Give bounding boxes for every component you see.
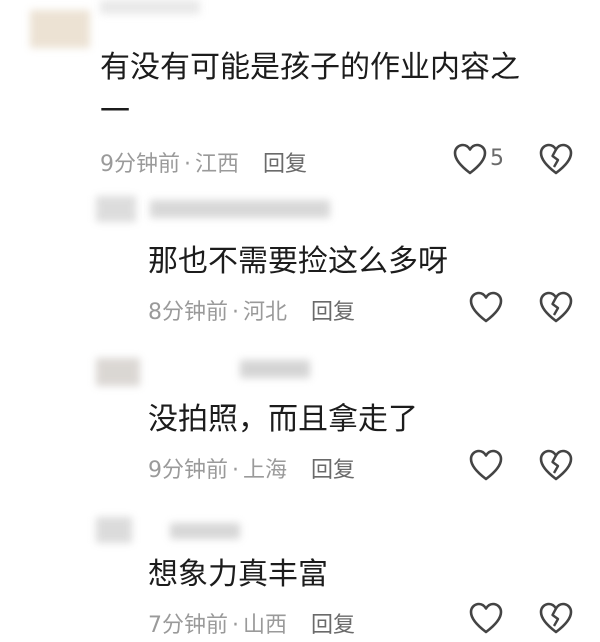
location: 上海 [243, 458, 288, 483]
comment-text: 有没有可能是孩子的作业内容之 一 [100, 46, 520, 134]
dislike-broken-heart-icon[interactable] [538, 142, 574, 178]
username[interactable] [150, 200, 330, 218]
comment-meta: 9分钟前 · 江西 回复 [100, 146, 307, 178]
avatar[interactable] [96, 196, 136, 222]
username[interactable] [100, 0, 200, 14]
timestamp: 7分钟前 [148, 613, 228, 638]
comment-text-line: 一 [100, 94, 130, 129]
comment-text: 没拍照，而且拿走了 [148, 398, 418, 442]
like-count: 5 [490, 146, 504, 171]
dislike-broken-heart-icon[interactable] [538, 601, 574, 637]
like-heart-icon[interactable] [468, 290, 504, 326]
username[interactable] [170, 523, 240, 539]
location: 江西 [195, 152, 240, 177]
separator: · [184, 152, 191, 177]
location: 河北 [243, 300, 288, 325]
avatar[interactable] [30, 10, 90, 48]
comment-meta: 7分钟前 · 山西 回复 [148, 607, 355, 639]
comment-1: 有没有可能是孩子的作业内容之 一 9分钟前 · 江西 回复 5 [0, 0, 600, 190]
timestamp: 8分钟前 [148, 300, 228, 325]
comment-meta: 8分钟前 · 河北 回复 [148, 294, 355, 326]
dislike-broken-heart-icon[interactable] [538, 290, 574, 326]
dislike-broken-heart-icon[interactable] [538, 448, 574, 484]
like-heart-icon[interactable] [468, 448, 504, 484]
reply-button[interactable]: 回复 [263, 152, 307, 177]
separator: · [232, 300, 239, 325]
comment-2: 那也不需要捡这么多呀 8分钟前 · 河北 回复 [0, 190, 600, 340]
separator: · [232, 613, 239, 638]
comment-text-line: 那也不需要捡这么多呀 [148, 244, 448, 279]
like-heart-icon[interactable] [468, 601, 504, 637]
comment-4: 想象力真丰富 7分钟前 · 山西 回复 [0, 495, 600, 642]
comment-text-line: 没拍照，而且拿走了 [148, 402, 418, 437]
like-heart-icon[interactable] [452, 142, 488, 178]
reply-button[interactable]: 回复 [311, 300, 355, 325]
avatar[interactable] [96, 358, 140, 386]
comment-text-line: 想象力真丰富 [148, 557, 328, 592]
timestamp: 9分钟前 [100, 152, 180, 177]
avatar[interactable] [96, 517, 132, 543]
comment-3: 没拍照，而且拿走了 9分钟前 · 上海 回复 [0, 340, 600, 495]
location: 山西 [243, 613, 288, 638]
reply-button[interactable]: 回复 [311, 613, 355, 638]
timestamp: 9分钟前 [148, 458, 228, 483]
separator: · [232, 458, 239, 483]
username[interactable] [240, 360, 310, 378]
comment-text: 想象力真丰富 [148, 553, 328, 597]
reply-button[interactable]: 回复 [311, 458, 355, 483]
comment-text-line: 有没有可能是孩子的作业内容之 [100, 50, 520, 85]
comment-text: 那也不需要捡这么多呀 [148, 240, 448, 284]
comment-meta: 9分钟前 · 上海 回复 [148, 452, 355, 484]
